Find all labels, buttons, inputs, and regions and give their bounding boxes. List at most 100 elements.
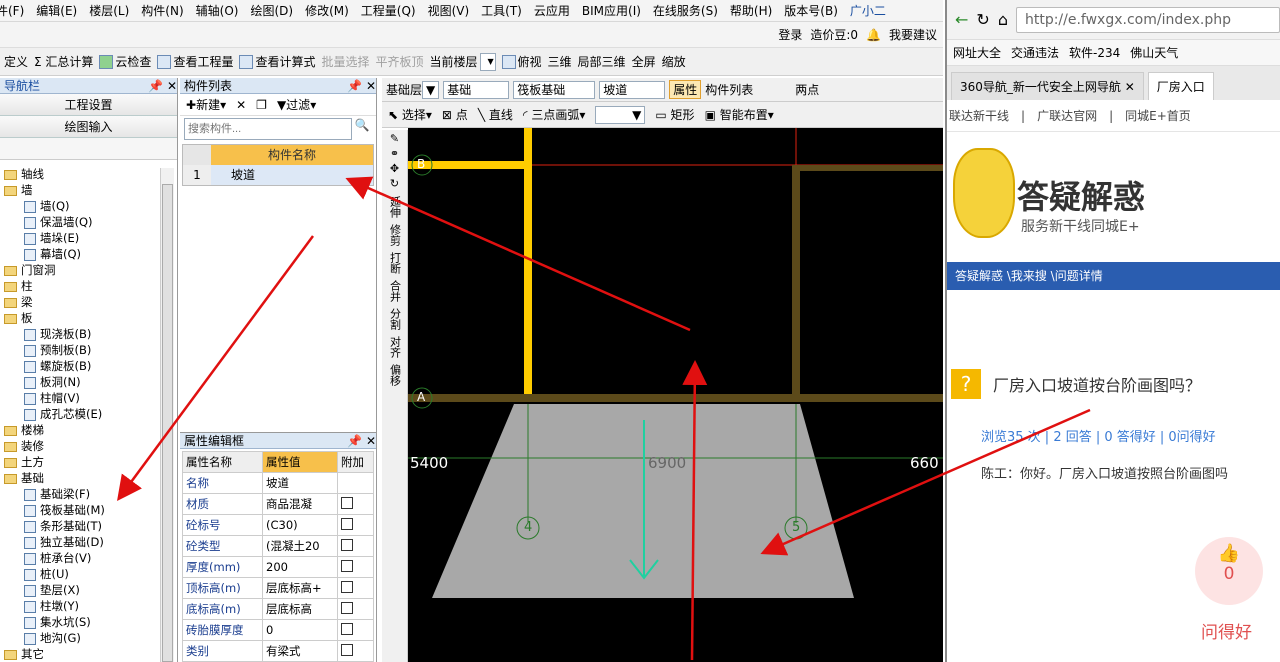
checkbox[interactable]: [341, 559, 354, 572]
tree-folder[interactable]: 梁: [0, 294, 160, 310]
tab-360[interactable]: 360导航_新一代安全上网导航 ✕: [951, 72, 1144, 100]
flush-slab-button[interactable]: 平齐板顶: [375, 53, 423, 70]
tree-folder[interactable]: 土方: [0, 454, 160, 470]
checkbox[interactable]: [341, 580, 354, 593]
copy-icon[interactable]: ❐: [256, 98, 267, 112]
pin-icon[interactable]: 📌 ✕: [148, 78, 177, 93]
tree-folder[interactable]: 楼梯: [0, 422, 160, 438]
menu-floor[interactable]: 楼层(L): [83, 0, 135, 22]
two-point-button[interactable]: 两点: [795, 81, 819, 98]
search-icon[interactable]: 🔍: [352, 118, 372, 140]
view-quantity-button[interactable]: 查看工程量: [157, 53, 233, 70]
property-row[interactable]: 材质 商品混凝: [182, 493, 374, 515]
tree-folder[interactable]: 墙: [0, 182, 160, 198]
close-icon[interactable]: 📌 ✕: [347, 78, 376, 93]
property-row[interactable]: 砼标号 (C30): [182, 514, 374, 536]
fav-item[interactable]: 交通违法: [1011, 44, 1059, 61]
cloud-check-button[interactable]: 云检查: [99, 53, 151, 70]
menu-bim[interactable]: BIM应用(I): [576, 0, 647, 22]
tree-folder[interactable]: 基础: [0, 470, 160, 486]
tree-folder[interactable]: 轴线: [0, 166, 160, 182]
tree-item[interactable]: 独立基础(D): [0, 534, 160, 550]
extend-button[interactable]: 延伸: [389, 196, 402, 218]
breadcrumb[interactable]: 答疑解惑 \我来搜 \问题详情: [947, 262, 1280, 290]
move-icon[interactable]: ✥: [382, 163, 407, 175]
menu-help[interactable]: 帮助(H): [724, 0, 778, 22]
tree-item[interactable]: 保温墙(Q): [0, 214, 160, 230]
checkbox[interactable]: [341, 601, 354, 614]
point-button[interactable]: ⊠ 点: [442, 106, 468, 123]
fav-item[interactable]: 软件-234: [1069, 44, 1120, 61]
menu-component[interactable]: 构件(N): [135, 0, 189, 22]
tree-folder[interactable]: 其它: [0, 646, 160, 662]
view-formula-button[interactable]: 查看计算式: [239, 53, 315, 70]
menu-file[interactable]: 文件(F): [0, 0, 30, 22]
url-field[interactable]: http://e.fwxgx.com/index.php: [1015, 6, 1280, 33]
component-list-button[interactable]: 构件列表: [705, 81, 753, 98]
checkbox[interactable]: [341, 643, 354, 656]
home-icon[interactable]: ⌂: [998, 10, 1008, 29]
tree-item[interactable]: 条形基础(T): [0, 518, 160, 534]
menu-version[interactable]: 版本号(B): [778, 0, 844, 22]
merge-button[interactable]: 合并: [389, 280, 402, 302]
tab-factory-entrance[interactable]: 厂房入口: [1147, 72, 1214, 100]
tree-item[interactable]: 桩(U): [0, 566, 160, 582]
tree-folder[interactable]: 板: [0, 310, 160, 326]
offset-button[interactable]: 偏移: [389, 364, 402, 386]
login-link[interactable]: 登录: [778, 26, 802, 43]
tree-folder[interactable]: 柱: [0, 278, 160, 294]
tree-item[interactable]: 桩承台(V): [0, 550, 160, 566]
refresh-icon[interactable]: ↻: [976, 10, 989, 29]
back-icon[interactable]: ←: [955, 10, 968, 29]
delete-icon[interactable]: ✕: [236, 98, 246, 112]
close-icon[interactable]: 📌 ✕: [347, 433, 376, 448]
pen-icon[interactable]: ✎: [382, 133, 407, 145]
define-button[interactable]: 定义: [4, 53, 28, 70]
tree-item[interactable]: 成孔芯模(E): [0, 406, 160, 422]
tree-item[interactable]: 地沟(G): [0, 630, 160, 646]
property-row[interactable]: 砼类型 (混凝土20: [182, 535, 374, 557]
property-row[interactable]: 类别 有梁式: [182, 640, 374, 662]
tree-item[interactable]: 集水坑(S): [0, 614, 160, 630]
menu-modify[interactable]: 修改(M): [299, 0, 355, 22]
filter-button[interactable]: ▼过滤▾: [277, 96, 316, 113]
summary-calc-button[interactable]: Σ 汇总计算: [34, 53, 93, 70]
link-icon[interactable]: ⚭: [382, 148, 407, 160]
align-button[interactable]: 对齐: [389, 336, 402, 358]
fav-item[interactable]: 佛山天气: [1130, 44, 1178, 61]
property-row[interactable]: 厚度(mm) 200: [182, 556, 374, 578]
zoom-button[interactable]: 缩放: [662, 53, 686, 70]
menu-assistant[interactable]: 广小二: [844, 0, 892, 22]
menu-view[interactable]: 视图(V): [422, 0, 476, 22]
menu-draw[interactable]: 绘图(D): [244, 0, 299, 22]
tree-item[interactable]: 垫层(X): [0, 582, 160, 598]
tree-item[interactable]: 柱墩(Y): [0, 598, 160, 614]
menu-edit[interactable]: 编辑(E): [30, 0, 83, 22]
line-button[interactable]: ╲ 直线: [478, 106, 513, 123]
tree-item[interactable]: 基础梁(F): [0, 486, 160, 502]
property-row[interactable]: 名称 坡道: [182, 472, 374, 494]
select-button[interactable]: ⬉ 选择▾: [388, 106, 432, 123]
property-row[interactable]: 顶标高(m) 层底标高+: [182, 577, 374, 599]
tree-item[interactable]: 筏板基础(M): [0, 502, 160, 518]
three-d-button[interactable]: 三维: [548, 53, 572, 70]
tree-item[interactable]: 幕墙(Q): [0, 246, 160, 262]
arc-mode-select[interactable]: ▼: [595, 105, 646, 124]
like-button[interactable]: 👍 0: [1195, 537, 1263, 605]
checkbox[interactable]: [341, 517, 354, 530]
type-select[interactable]: 筏板基础: [513, 80, 596, 99]
attribute-button[interactable]: 属性: [669, 80, 702, 99]
new-button[interactable]: ✚新建▾: [186, 96, 226, 113]
category-select[interactable]: 基础: [443, 80, 510, 99]
component-select[interactable]: 坡道: [599, 80, 666, 99]
menu-tools[interactable]: 工具(T): [475, 0, 528, 22]
menu-quantity[interactable]: 工程量(Q): [355, 0, 422, 22]
menu-cloud[interactable]: 云应用: [528, 0, 576, 22]
menu-online[interactable]: 在线服务(S): [647, 0, 724, 22]
tree-item[interactable]: 板洞(N): [0, 374, 160, 390]
drawing-canvas[interactable]: B A 5400 6900 660 4 5: [408, 128, 943, 662]
batch-select-button[interactable]: 批量选择: [321, 53, 369, 70]
checkbox[interactable]: [341, 622, 354, 635]
checkbox[interactable]: [341, 496, 354, 509]
top-view-button[interactable]: 俯视: [501, 53, 542, 70]
